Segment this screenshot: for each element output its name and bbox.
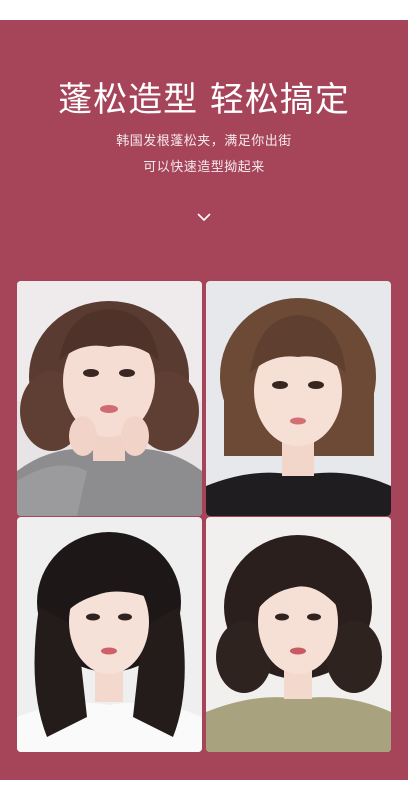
subtitle-line-1: 韩国发根蓬松夹，满足你出街 bbox=[116, 134, 292, 149]
hairstyle-photo-1 bbox=[17, 281, 202, 516]
chevron-down-icon bbox=[197, 213, 211, 222]
portrait-image bbox=[17, 281, 202, 516]
portrait-image bbox=[206, 517, 391, 752]
portrait-image bbox=[206, 281, 391, 516]
subtitle-line-2: 可以快速造型拗起来 bbox=[143, 160, 265, 175]
page-title: 蓬松造型 轻松搞定 bbox=[58, 80, 350, 120]
hairstyle-photo-4 bbox=[206, 517, 391, 752]
hairstyle-photo-2 bbox=[206, 281, 391, 516]
hairstyle-photo-3 bbox=[17, 517, 202, 752]
portrait-image bbox=[17, 517, 202, 752]
